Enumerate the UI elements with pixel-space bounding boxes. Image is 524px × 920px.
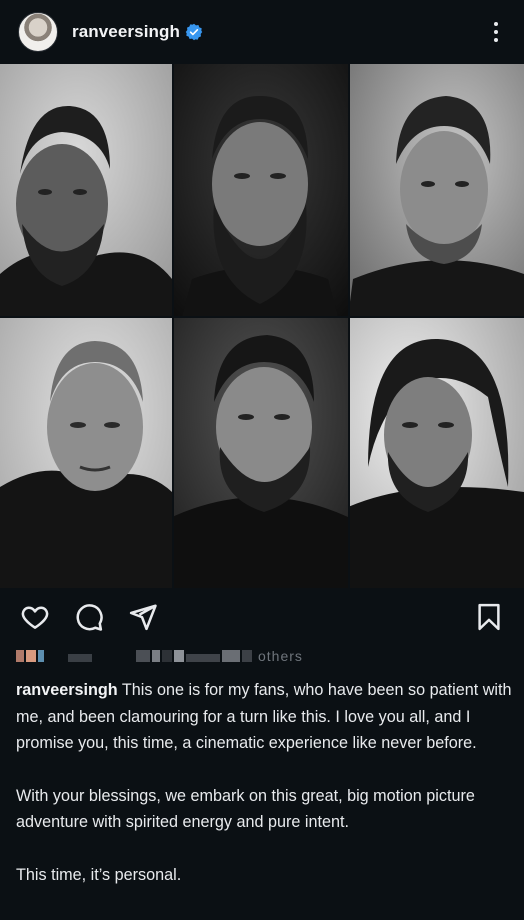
portrait-tile-1 [0,64,172,317]
blurred-block [162,650,172,662]
grid-divider [0,316,524,318]
blurred-block [136,650,150,662]
blurred-block [174,650,184,662]
blurred-block [152,650,160,662]
likes-others-text: others [258,648,303,664]
comment-icon[interactable] [74,602,104,632]
post-caption: ranveersingh This one is for my fans, wh… [16,677,512,914]
blurred-block [242,650,252,662]
blurred-block [94,650,134,662]
header-username[interactable]: ranveersingh [72,22,180,42]
grid-divider [172,64,174,588]
blurred-block [16,650,24,662]
post-header: ranveersingh [0,0,524,64]
post-image-grid[interactable] [0,64,524,588]
heart-icon[interactable] [20,602,50,632]
caption-paragraph-3: This time, it’s personal. [16,865,182,884]
portrait-tile-3 [348,64,524,317]
more-options-icon[interactable] [484,18,508,46]
action-bar [0,596,524,636]
likes-summary[interactable]: others [16,645,396,667]
verified-badge-icon [185,23,203,41]
caption-username[interactable]: ranveersingh [16,681,118,699]
portrait-tile-2 [172,64,348,317]
blurred-block [46,650,66,662]
blurred-block [38,650,44,662]
grid-divider [348,64,350,588]
caption-paragraph-2: With your blessings, we embark on this g… [16,786,475,832]
blurred-block [26,650,36,662]
blurred-block [222,650,240,662]
portrait-tile-5 [172,317,348,588]
portrait-tile-4 [0,317,172,588]
avatar[interactable] [18,12,58,52]
bookmark-icon[interactable] [474,602,504,632]
blurred-block [68,654,92,662]
blurred-block [186,654,220,662]
portrait-tile-6 [348,317,524,588]
share-icon[interactable] [128,602,158,632]
